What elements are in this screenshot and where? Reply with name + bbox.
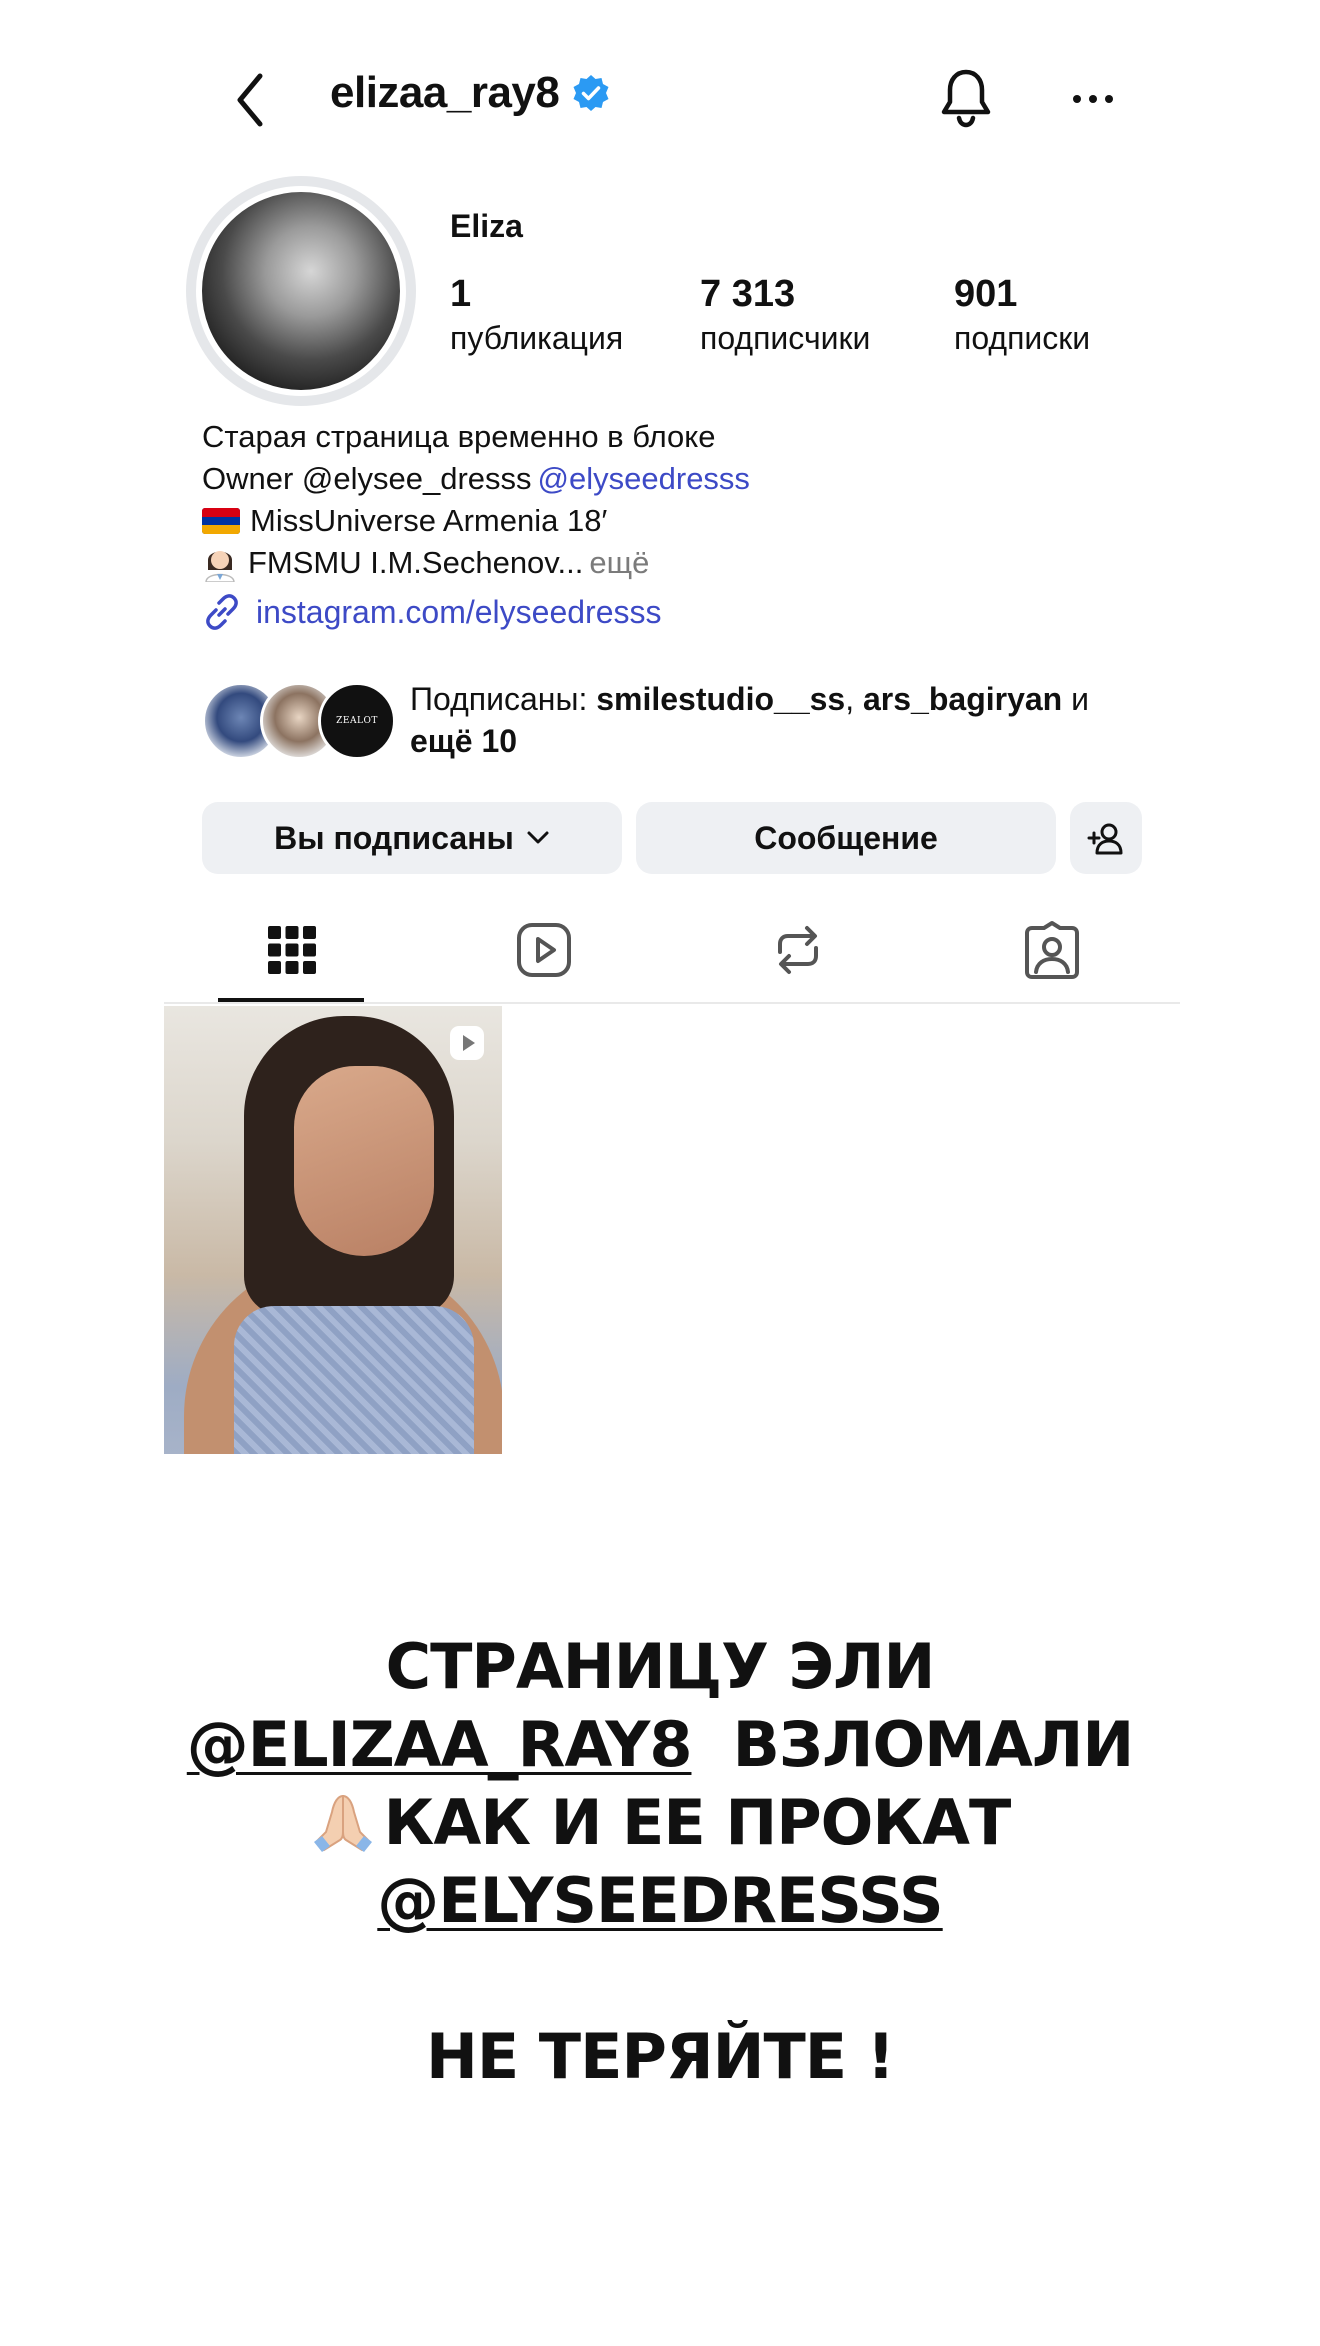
followers-count-value: 7 313 [700,273,796,315]
reel-play-icon [450,1026,484,1060]
mutual-more: ещё 10 [410,723,518,759]
following-button-label: Вы подписаны [274,819,514,856]
woman-doctor-icon [205,551,235,582]
chevron-down-icon [527,831,549,844]
add-user-icon [1087,823,1123,855]
message-button[interactable]: Сообщение [636,802,1056,874]
bio-owner-text: Owner @elysee_dresss [202,461,532,496]
username: elizaa_ray8 [330,68,560,117]
back-arrow-icon[interactable] [228,70,272,130]
link-icon [206,594,238,630]
bio-line: MissUniverse Armenia 18′ [202,500,1102,542]
mutual-user-2: ars_bagiryan [863,681,1063,717]
followers-count[interactable]: 7 313 подписчики [700,270,870,358]
tabs-divider [164,1002,1180,1004]
avatar [196,186,406,396]
post-thumbnail[interactable] [164,1006,502,1454]
following-button[interactable]: Вы подписаны [202,802,622,874]
profile-link[interactable]: instagram.com/elyseedresss [202,592,661,632]
posts-count-label: публикация [450,320,624,356]
bell-icon[interactable] [938,66,994,128]
posts-count-value: 1 [450,273,472,315]
message-button-label: Сообщение [754,819,938,856]
display-name: Eliza [450,208,523,244]
overlay-line: @ELYSEEDRESSS [0,1862,1320,1940]
armenia-flag-icon [202,508,240,534]
story-overlay-text: СТРАНИЦУ ЭЛИ @ELIZAA_RAY8 ВЗЛОМАЛИ КАК И… [0,1628,1320,2096]
praying-hands-icon [313,1794,372,1852]
bio-more-link[interactable]: ещё [589,542,649,584]
more-options-icon[interactable] [1070,84,1116,114]
verified-badge-icon [573,75,609,111]
overlay-handle-mention[interactable]: @ELYSEEDRESSS [377,1864,943,1937]
mutual-prefix: Подписаны: [410,681,597,717]
grid-icon[interactable] [262,920,322,980]
bio-line: Owner @elysee_dresss @elyseedresss [202,458,1102,500]
overlay-line: КАК И ЕЕ ПРОКАТ [0,1784,1320,1862]
mutual-separator: , [845,681,863,717]
mutual-avatar: ZEALOT [318,682,396,760]
mutual-followers-avatars[interactable]: ZEALOT [202,682,396,760]
mutual-user-1: smilestudio__ss [596,681,846,717]
bio-text: MissUniverse Armenia 18′ [250,503,608,538]
following-count[interactable]: 901 подписки [954,270,1090,358]
mutual-avatar-logo-text: ZEALOT [336,716,378,726]
bio-mention-link[interactable]: @elyseedresss [538,458,750,500]
bio-text: Старая страница временно в блоке [202,419,716,454]
overlay-handle-mention[interactable]: @ELIZAA_RAY8 [187,1708,693,1781]
mutual-followers-text[interactable]: Подписаны: smilestudio__ss, ars_bagiryan… [410,678,1130,762]
bio-text: FMSMU I.M.Sechenov... [248,545,584,580]
following-count-label: подписки [954,320,1091,356]
bio-line: Старая страница временно в блоке [202,416,1102,458]
reels-icon[interactable] [514,920,574,980]
profile-header-title: elizaa_ray8 [330,68,611,118]
reposts-icon[interactable] [768,920,828,980]
overlay-text: КАК И ЕЕ ПРОКАТ [383,1786,1012,1859]
overlay-line: @ELIZAA_RAY8 ВЗЛОМАЛИ [0,1706,1320,1784]
posts-count[interactable]: 1 публикация [450,270,623,358]
profile-bio: Старая страница временно в блоке Owner @… [202,416,1102,584]
suggest-users-button[interactable] [1070,802,1142,874]
following-count-value: 901 [954,273,1018,315]
overlay-text: ВЗЛОМАЛИ [691,1708,1135,1781]
mutual-and: и [1062,681,1089,717]
tagged-icon[interactable] [1022,920,1082,980]
profile-link-text: instagram.com/elyseedresss [256,593,662,630]
overlay-line: СТРАНИЦУ ЭЛИ [385,1630,936,1703]
bio-line: FMSMU I.M.Sechenov... ещё [202,542,1102,584]
profile-avatar-ring[interactable] [186,176,416,406]
followers-count-label: подписчики [700,320,871,356]
overlay-line: НЕ ТЕРЯЙТЕ ! [425,2020,895,2093]
